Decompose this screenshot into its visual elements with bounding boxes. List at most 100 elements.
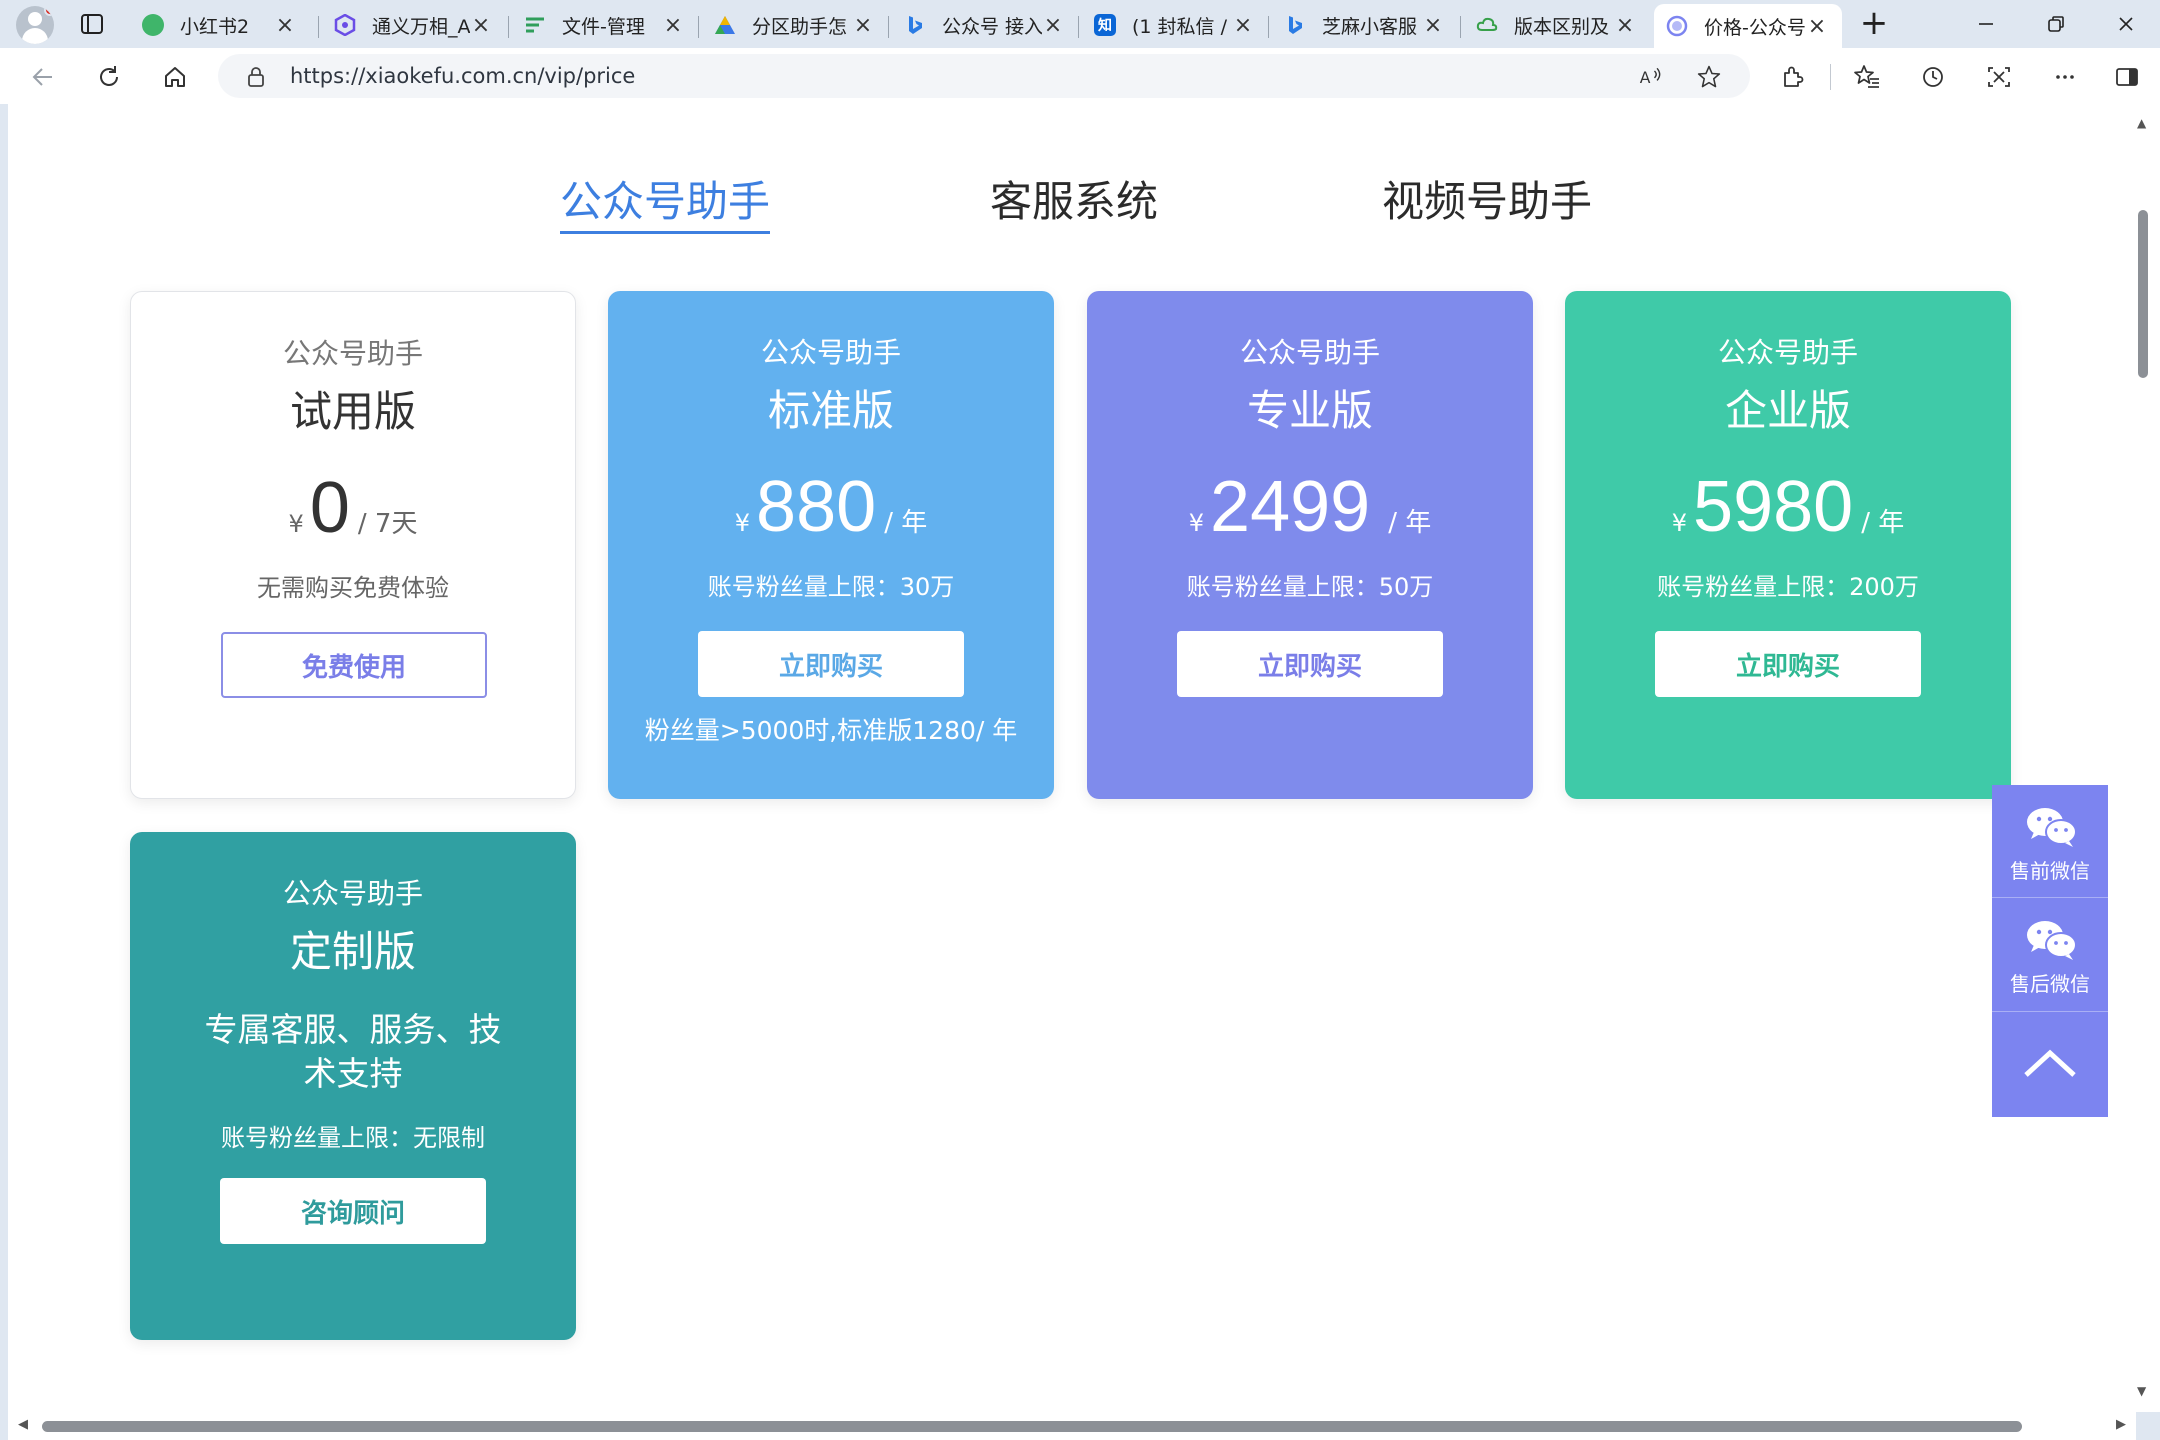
nav-tab-kefu[interactable]: 客服系统: [990, 168, 1158, 229]
buy-enterprise-button[interactable]: 立即购买: [1655, 631, 1921, 697]
scroll-left-icon[interactable]: ◀: [18, 1417, 28, 1432]
close-tab-icon[interactable]: ×: [662, 13, 684, 38]
price-amount: 2499: [1210, 467, 1371, 547]
nav-tab-shipinhao[interactable]: 视频号助手: [1382, 168, 1592, 229]
currency-symbol: ¥: [734, 509, 751, 537]
favorites-icon[interactable]: [1850, 60, 1884, 94]
scroll-right-icon[interactable]: ▶: [2116, 1417, 2126, 1432]
plan-name: 企业版: [1724, 386, 1851, 435]
doc-lines-icon: [524, 14, 546, 36]
tab-title: 文件-管理: [562, 15, 645, 38]
new-tab-button[interactable]: +: [1856, 6, 1892, 42]
home-icon[interactable]: [158, 60, 192, 94]
lock-icon[interactable]: [246, 66, 266, 88]
plan-limit: 账号粉丝量上限：30万: [707, 573, 955, 601]
refresh-icon[interactable]: [92, 60, 126, 94]
screenshot-icon[interactable]: [1982, 60, 2016, 94]
close-tab-icon[interactable]: ×: [1042, 13, 1064, 38]
tab-actions-menu-icon[interactable]: [78, 10, 106, 38]
zhihu-icon: 知: [1094, 14, 1116, 36]
browser-tab-7[interactable]: 芝麻小客服 ×: [1272, 6, 1458, 44]
close-tab-icon[interactable]: ×: [1614, 13, 1636, 38]
browser-tab-3[interactable]: 文件-管理 ×: [512, 6, 698, 44]
panel-divider: [1992, 1011, 2108, 1012]
close-window-icon[interactable]: [2096, 6, 2156, 42]
price-period: / 年: [1388, 508, 1432, 538]
buy-standard-button[interactable]: 立即购买: [698, 631, 964, 697]
restore-icon[interactable]: [2026, 6, 2086, 42]
horizontal-scroll-thumb[interactable]: [42, 1421, 2022, 1432]
tab-title: 公众号 接入: [942, 15, 1042, 38]
plan-product: 公众号助手: [1717, 336, 1858, 369]
close-tab-icon[interactable]: ×: [470, 13, 492, 38]
close-tab-icon[interactable]: ×: [852, 13, 874, 38]
browser-tab-4[interactable]: 分区助手怎 ×: [702, 6, 888, 44]
wechat-icon: [2027, 921, 2077, 960]
currency-symbol: ¥: [1188, 509, 1205, 537]
aftersale-wechat-button[interactable]: 售后微信: [1992, 898, 2108, 1010]
plan-card-trial: 公众号助手 试用版 ¥ 0 / 7天 无需购买免费体验 免费使用: [130, 291, 576, 799]
tab-title: 价格-公众号: [1704, 16, 1806, 39]
wechat-icon: [2027, 808, 2077, 847]
free-use-button[interactable]: 免费使用: [221, 632, 487, 698]
more-options-icon[interactable]: [2048, 60, 2082, 94]
browser-tab-5[interactable]: 公众号 接入 ×: [892, 6, 1078, 44]
price-amount: 0: [309, 468, 350, 548]
tab-title: 小红书2: [180, 15, 250, 38]
plan-note: 粉丝量>5000时,标准版1280/ 年: [644, 716, 1018, 745]
extensions-icon[interactable]: [1776, 60, 1810, 94]
plan-product: 公众号助手: [282, 337, 423, 370]
price-period: / 年: [1861, 508, 1905, 538]
close-tab-icon[interactable]: ×: [274, 13, 296, 38]
sidebar-toggle-icon[interactable]: [2110, 60, 2144, 94]
buy-pro-button[interactable]: 立即购买: [1177, 631, 1443, 697]
plan-limit: 无需购买免费体验: [257, 574, 449, 602]
browser-tab-2[interactable]: 通义万相_A ×: [322, 6, 506, 44]
read-aloud-icon[interactable]: A: [1636, 62, 1666, 92]
plan-price: ¥ 2499 / 年: [1087, 471, 1533, 543]
scroll-up-icon[interactable]: ▲: [2137, 116, 2146, 130]
horizontal-scrollbar[interactable]: ◀ ▶: [8, 1412, 2136, 1440]
browser-tab-1[interactable]: 小红书2 ×: [130, 6, 310, 44]
favorite-star-icon[interactable]: [1694, 62, 1724, 92]
tab-divider: [508, 16, 509, 38]
profile-avatar-icon[interactable]: [16, 6, 54, 44]
price-amount: 5980: [1693, 467, 1854, 547]
plan-limit: 账号粉丝量上限：200万: [1657, 573, 1919, 601]
tab-divider: [1078, 16, 1079, 38]
url-text[interactable]: https://xiaokefu.com.cn/vip/price: [290, 64, 635, 88]
history-icon[interactable]: [1916, 60, 1950, 94]
bing-icon: [1284, 14, 1306, 36]
tongyi-icon: [334, 14, 356, 36]
currency-symbol: ¥: [288, 510, 304, 538]
close-tab-icon[interactable]: ×: [1806, 14, 1828, 39]
plan-name: 标准版: [767, 386, 894, 435]
plan-name: 定制版: [289, 927, 416, 976]
chevron-up-icon: [2024, 1049, 2076, 1077]
nav-tab-gongzhonghao[interactable]: 公众号助手: [560, 168, 771, 234]
browser-tab-strip: 小红书2 × 通义万相_A × 文件-管理 × 分区助手怎 × 公众号 接入 ×…: [0, 0, 2160, 48]
plan-price: ¥ 5980 / 年: [1565, 471, 2011, 543]
consult-advisor-button[interactable]: 咨询顾问: [220, 1178, 486, 1244]
tab-divider: [318, 16, 319, 38]
minimize-icon[interactable]: [1956, 6, 2016, 42]
browser-tab-6[interactable]: 知 (1 封私信 / ×: [1082, 6, 1268, 44]
back-arrow-icon[interactable]: [26, 60, 60, 94]
plan-card-custom: 公众号助手 定制版 专属客服、服务、技术支持 账号粉丝量上限：无限制 咨询顾问: [130, 832, 576, 1340]
plan-price: ¥ 0 / 7天: [131, 472, 575, 544]
vertical-scroll-thumb[interactable]: [2138, 210, 2148, 378]
page-circle-icon: [1666, 15, 1688, 37]
presale-wechat-button[interactable]: 售前微信: [1992, 785, 2108, 897]
close-tab-icon[interactable]: ×: [1232, 13, 1254, 38]
back-to-top-button[interactable]: [1992, 1013, 2108, 1117]
browser-tab-active[interactable]: 价格-公众号 ×: [1654, 4, 1842, 48]
close-tab-icon[interactable]: ×: [1422, 13, 1444, 38]
price-amount: 880: [756, 467, 877, 547]
vertical-scrollbar[interactable]: ▲ ▼: [2136, 104, 2160, 1412]
page-viewport: 公众号助手 客服系统 视频号助手 公众号助手 试用版 ¥ 0 / 7天 无需购买…: [8, 104, 2136, 1412]
scroll-down-icon[interactable]: ▼: [2137, 1384, 2146, 1398]
address-bar[interactable]: https://xiaokefu.com.cn/vip/price A: [218, 54, 1750, 98]
browser-toolbar: https://xiaokefu.com.cn/vip/price A: [0, 48, 2160, 104]
plan-card-standard: 公众号助手 标准版 ¥ 880 / 年 账号粉丝量上限：30万 立即购买 粉丝量…: [608, 291, 1054, 799]
browser-tab-8[interactable]: 版本区别及 ×: [1464, 6, 1650, 44]
